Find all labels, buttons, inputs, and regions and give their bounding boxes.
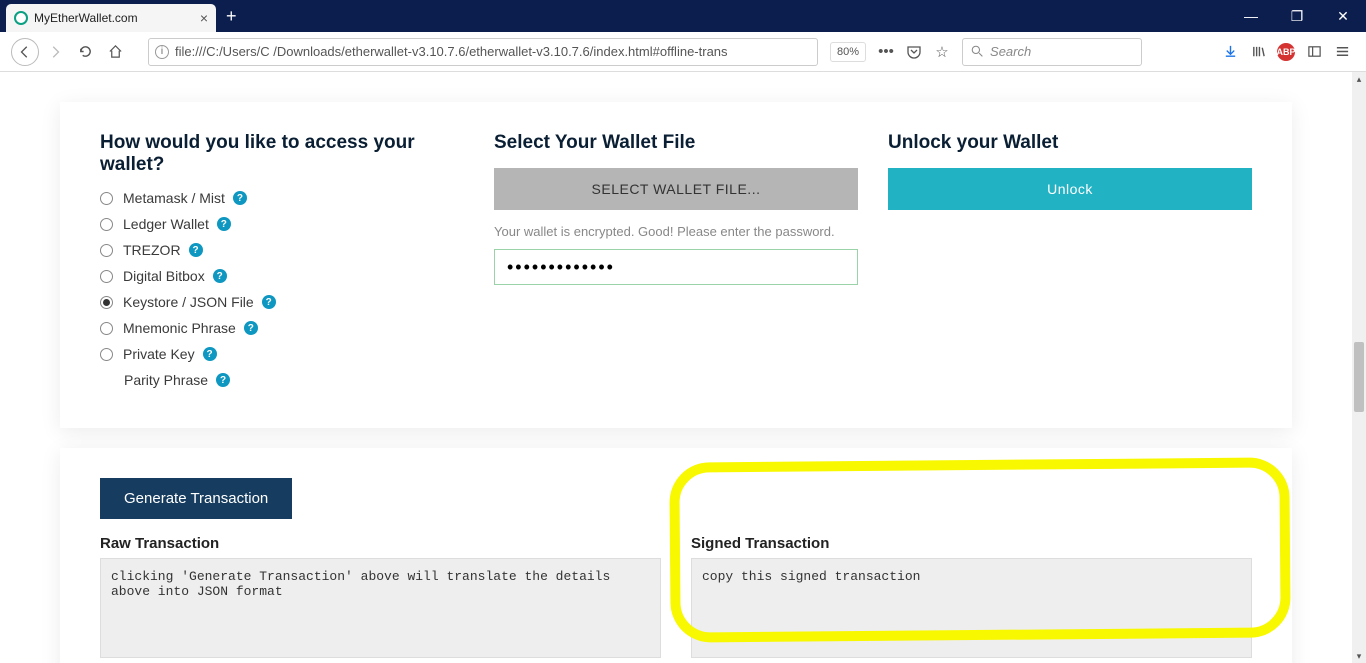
radio-digital-bitbox[interactable]: Digital Bitbox? <box>100 268 464 284</box>
menu-icon[interactable] <box>1330 40 1354 64</box>
encryption-hint: Your wallet is encrypted. Good! Please e… <box>494 224 858 239</box>
unlock-column: Unlock your Wallet Unlock <box>888 132 1252 398</box>
radio-metamask[interactable]: Metamask / Mist? <box>100 190 464 206</box>
library-icon[interactable] <box>1246 40 1270 64</box>
bookmark-star-icon[interactable]: ☆ <box>930 40 954 64</box>
maximize-button[interactable]: ❐ <box>1274 0 1320 32</box>
page-viewport: How would you like to access your wallet… <box>0 72 1352 663</box>
radio-keystore[interactable]: Keystore / JSON File? <box>100 294 464 310</box>
select-file-column: Select Your Wallet File SELECT WALLET FI… <box>494 132 858 398</box>
help-icon[interactable]: ? <box>216 373 230 387</box>
transaction-card: Generate Transaction Raw Transaction Sig… <box>60 448 1292 663</box>
home-button[interactable] <box>101 38 129 66</box>
reload-icon <box>78 44 93 59</box>
generate-transaction-button[interactable]: Generate Transaction <box>100 478 292 519</box>
sidebar-icon[interactable] <box>1302 40 1326 64</box>
search-placeholder: Search <box>990 44 1031 59</box>
window-controls: — ❐ ✕ <box>1228 0 1366 32</box>
unlock-title: Unlock your Wallet <box>888 132 1252 154</box>
forward-button[interactable] <box>41 38 69 66</box>
back-button[interactable] <box>11 38 39 66</box>
browser-titlebar: MyEtherWallet.com × + — ❐ ✕ <box>0 0 1366 32</box>
close-tab-icon[interactable]: × <box>200 10 208 26</box>
tab-favicon-icon <box>14 11 28 25</box>
downloads-icon[interactable] <box>1218 40 1242 64</box>
adblock-icon[interactable]: ABP <box>1274 40 1298 64</box>
browser-tab[interactable]: MyEtherWallet.com × <box>6 4 216 32</box>
tab-title: MyEtherWallet.com <box>34 11 138 25</box>
help-icon[interactable]: ? <box>203 347 217 361</box>
url-bar[interactable]: i file:///C:/Users/C /Downloads/etherwal… <box>148 38 818 66</box>
wallet-password-input[interactable] <box>494 249 858 285</box>
access-title: How would you like to access your wallet… <box>100 132 464 176</box>
raw-tx-textarea[interactable] <box>100 558 661 658</box>
signed-transaction-column: Signed Transaction <box>691 535 1252 663</box>
help-icon[interactable]: ? <box>262 295 276 309</box>
new-tab-button[interactable]: + <box>226 6 237 27</box>
select-wallet-file-button[interactable]: SELECT WALLET FILE... <box>494 168 858 210</box>
help-icon[interactable]: ? <box>217 217 231 231</box>
raw-tx-label: Raw Transaction <box>100 535 661 552</box>
page-actions-icon[interactable]: ••• <box>874 40 898 64</box>
radio-parity-phrase[interactable]: Parity Phrase? <box>100 372 464 388</box>
scrollbar-thumb[interactable] <box>1354 342 1364 412</box>
pocket-icon[interactable] <box>902 40 926 64</box>
zoom-level[interactable]: 80% <box>830 42 866 62</box>
scroll-down-icon[interactable]: ▾ <box>1352 649 1366 663</box>
back-icon <box>18 45 32 59</box>
radio-private-key[interactable]: Private Key? <box>100 346 464 362</box>
vertical-scrollbar[interactable]: ▴ ▾ <box>1352 72 1366 663</box>
signed-tx-label: Signed Transaction <box>691 535 1252 552</box>
access-options-list: Metamask / Mist? Ledger Wallet? TREZOR? … <box>100 190 464 388</box>
help-icon[interactable]: ? <box>244 321 258 335</box>
unlock-button[interactable]: Unlock <box>888 168 1252 210</box>
info-icon[interactable]: i <box>155 45 169 59</box>
help-icon[interactable]: ? <box>213 269 227 283</box>
search-box[interactable]: Search <box>962 38 1142 66</box>
raw-transaction-column: Raw Transaction <box>100 535 661 663</box>
radio-ledger[interactable]: Ledger Wallet? <box>100 216 464 232</box>
close-window-button[interactable]: ✕ <box>1320 0 1366 32</box>
radio-mnemonic[interactable]: Mnemonic Phrase? <box>100 320 464 336</box>
reload-button[interactable] <box>71 38 99 66</box>
help-icon[interactable]: ? <box>189 243 203 257</box>
access-method-column: How would you like to access your wallet… <box>100 132 464 398</box>
help-icon[interactable]: ? <box>233 191 247 205</box>
search-icon <box>971 45 984 58</box>
url-text: file:///C:/Users/C /Downloads/etherwalle… <box>175 44 811 59</box>
signed-tx-textarea[interactable] <box>691 558 1252 658</box>
radio-trezor[interactable]: TREZOR? <box>100 242 464 258</box>
wallet-access-card: How would you like to access your wallet… <box>60 102 1292 428</box>
home-icon <box>108 44 123 59</box>
scroll-up-icon[interactable]: ▴ <box>1352 72 1366 86</box>
browser-toolbar: i file:///C:/Users/C /Downloads/etherwal… <box>0 32 1366 72</box>
minimize-button[interactable]: — <box>1228 0 1274 32</box>
forward-icon <box>48 45 62 59</box>
select-file-title: Select Your Wallet File <box>494 132 858 154</box>
